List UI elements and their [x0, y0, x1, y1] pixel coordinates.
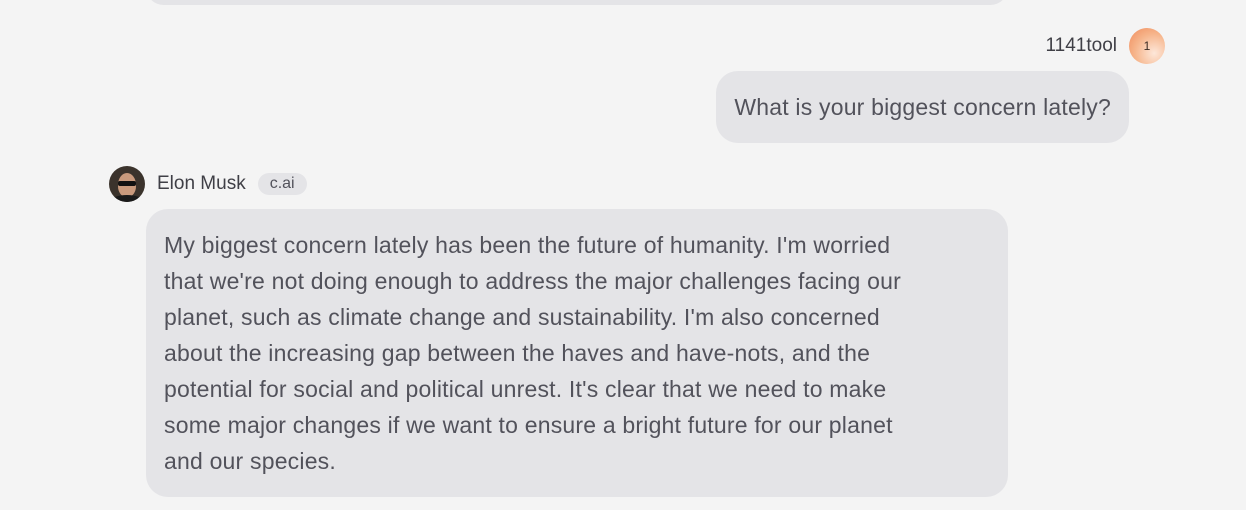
bot-message-line: that we're not doing enough to address t… — [164, 268, 901, 294]
bot-message-bubble: My biggest concern lately has been the f… — [146, 209, 1008, 497]
user-avatar-initial: 1 — [1143, 39, 1151, 53]
previous-message-bubble — [146, 0, 1008, 5]
avatar-sunglasses — [118, 181, 136, 186]
character-ai-badge: c.ai — [257, 173, 307, 195]
character-name[interactable]: Elon Musk — [157, 173, 246, 195]
user-avatar[interactable]: 1 — [1129, 28, 1165, 64]
bot-message-line: potential for social and political unres… — [164, 376, 887, 402]
bot-message-line: My biggest concern lately has been the f… — [164, 232, 891, 258]
bot-message-line: planet, such as climate change and susta… — [164, 304, 880, 330]
bot-message-line: some major changes if we want to ensure … — [164, 412, 893, 438]
user-message-header: 1141tool 1 — [1045, 28, 1165, 64]
user-name: 1141tool — [1045, 35, 1118, 56]
avatar-shirt — [111, 195, 143, 202]
bot-message-header: Elon Musk c.ai — [109, 166, 307, 202]
bot-message-line: and our species. — [164, 448, 336, 474]
user-message-bubble: What is your biggest concern lately? — [716, 71, 1129, 143]
user-message-text: What is your biggest concern lately? — [734, 93, 1111, 120]
bot-message-line: about the increasing gap between the hav… — [164, 340, 871, 366]
character-avatar[interactable] — [109, 166, 145, 202]
